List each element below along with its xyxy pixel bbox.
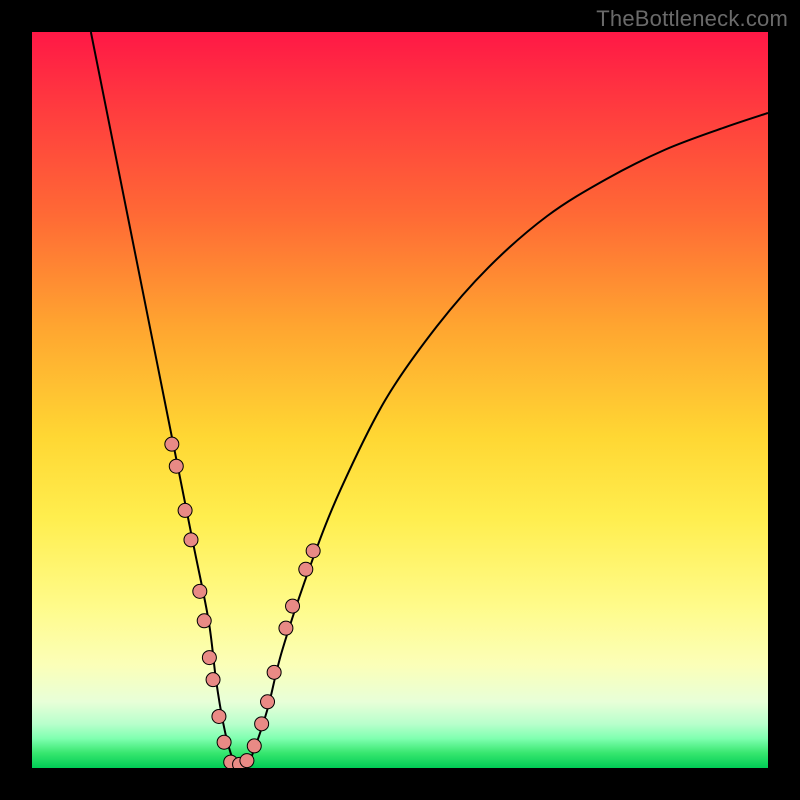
data-marker <box>212 709 226 723</box>
data-marker <box>286 599 300 613</box>
data-marker <box>184 533 198 547</box>
data-marker <box>240 754 254 768</box>
plot-area <box>32 32 768 768</box>
chart-canvas: TheBottleneck.com <box>0 0 800 800</box>
data-marker <box>178 503 192 517</box>
data-marker <box>197 614 211 628</box>
data-marker <box>206 673 220 687</box>
bottleneck-curve <box>91 32 768 768</box>
data-marker <box>261 695 275 709</box>
watermark-text: TheBottleneck.com <box>596 6 788 32</box>
marker-group <box>165 437 320 768</box>
curve-svg <box>32 32 768 768</box>
data-marker <box>279 621 293 635</box>
data-marker <box>267 665 281 679</box>
data-marker <box>202 651 216 665</box>
data-marker <box>217 735 231 749</box>
data-marker <box>169 459 183 473</box>
data-marker <box>165 437 179 451</box>
data-marker <box>247 739 261 753</box>
data-marker <box>255 717 269 731</box>
data-marker <box>299 562 313 576</box>
data-marker <box>193 584 207 598</box>
data-marker <box>306 544 320 558</box>
